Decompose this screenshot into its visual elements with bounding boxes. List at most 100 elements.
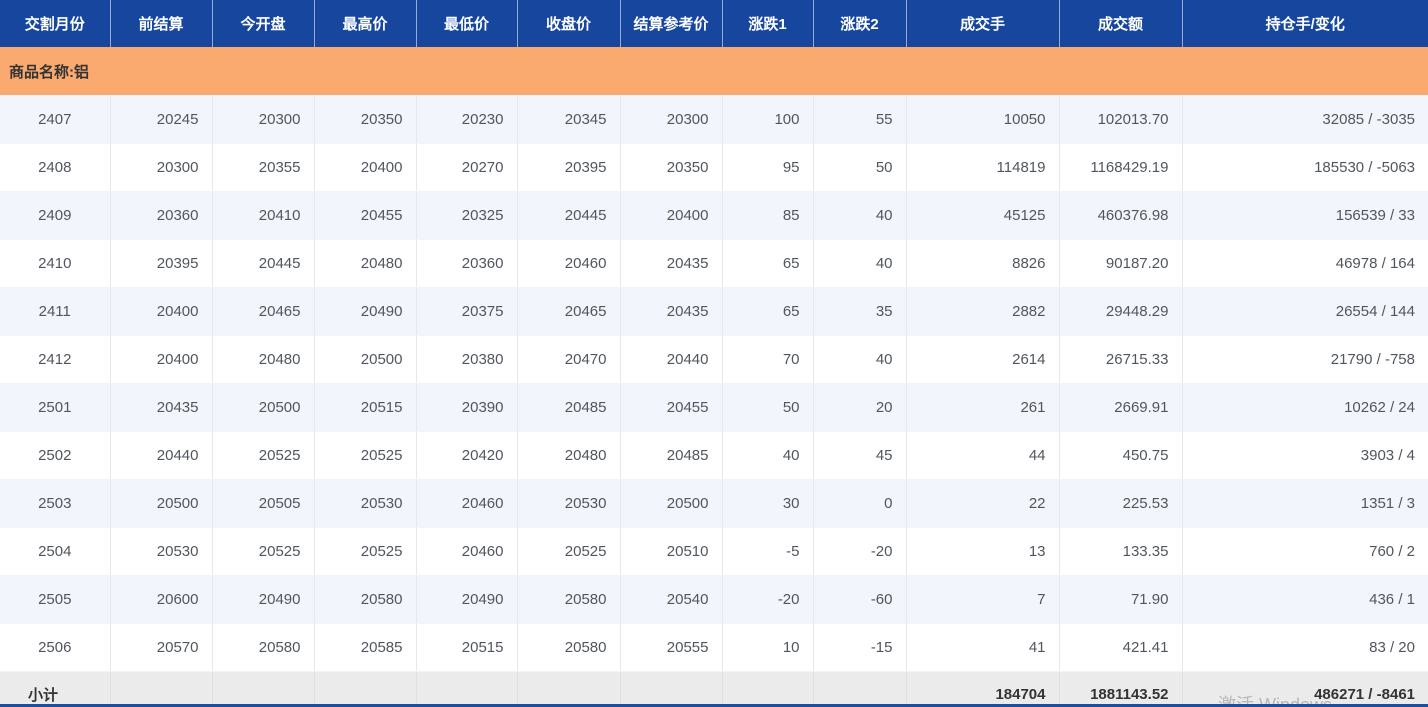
value-cell: 20390 — [416, 384, 517, 432]
value-cell: 20300 — [212, 96, 314, 144]
empty-cell — [813, 672, 906, 707]
month-cell: 2505 — [0, 576, 110, 624]
month-cell: 2412 — [0, 336, 110, 384]
value-cell: 20245 — [110, 96, 212, 144]
table-body: 商品名称:铝 240720245203002035020230203452030… — [0, 47, 1428, 672]
value-cell: -15 — [813, 624, 906, 672]
column-header: 持仓手/变化 — [1182, 0, 1428, 47]
value-cell: 20600 — [110, 576, 212, 624]
value-cell: 46978 / 164 — [1182, 240, 1428, 288]
value-cell: 20500 — [314, 336, 416, 384]
value-cell: 20420 — [416, 432, 517, 480]
value-cell: 20570 — [110, 624, 212, 672]
value-cell: 20540 — [620, 576, 722, 624]
value-cell: 185530 / -5063 — [1182, 144, 1428, 192]
value-cell: 20360 — [416, 240, 517, 288]
value-cell: 65 — [722, 240, 813, 288]
value-cell: 225.53 — [1059, 480, 1182, 528]
value-cell: 20455 — [620, 384, 722, 432]
value-cell: 40 — [813, 240, 906, 288]
commodity-banner-row: 商品名称:铝 — [0, 47, 1428, 96]
value-cell: 20525 — [314, 528, 416, 576]
value-cell: 10 — [722, 624, 813, 672]
value-cell: 26715.33 — [1059, 336, 1182, 384]
value-cell: 20510 — [620, 528, 722, 576]
value-cell: 29448.29 — [1059, 288, 1182, 336]
value-cell: 7 — [906, 576, 1059, 624]
value-cell: 20355 — [212, 144, 314, 192]
value-cell: 20485 — [517, 384, 620, 432]
value-cell: 20300 — [110, 144, 212, 192]
value-cell: 41 — [906, 624, 1059, 672]
value-cell: -20 — [722, 576, 813, 624]
value-cell: 0 — [813, 480, 906, 528]
value-cell: 20460 — [517, 240, 620, 288]
open-interest-total: 486271 / -8461 — [1182, 672, 1428, 707]
value-cell: 95 — [722, 144, 813, 192]
value-cell: 20400 — [314, 144, 416, 192]
value-cell: 20525 — [517, 528, 620, 576]
table-row: 2409203602041020455203252044520400854045… — [0, 192, 1428, 240]
value-cell: 20490 — [212, 576, 314, 624]
value-cell: 55 — [813, 96, 906, 144]
volume-total: 184704 — [906, 672, 1059, 707]
value-cell: 20395 — [517, 144, 620, 192]
value-cell: 760 / 2 — [1182, 528, 1428, 576]
table-row: 2412204002048020500203802047020440704026… — [0, 336, 1428, 384]
column-header: 成交手 — [906, 0, 1059, 47]
value-cell: 20230 — [416, 96, 517, 144]
value-cell: 20445 — [517, 192, 620, 240]
value-cell: -60 — [813, 576, 906, 624]
value-cell: 20400 — [620, 192, 722, 240]
column-header: 今开盘 — [212, 0, 314, 47]
value-cell: 20580 — [314, 576, 416, 624]
value-cell: 20505 — [212, 480, 314, 528]
month-cell: 2502 — [0, 432, 110, 480]
empty-cell — [212, 672, 314, 707]
value-cell: 20300 — [620, 96, 722, 144]
column-header: 成交额 — [1059, 0, 1182, 47]
value-cell: 71.90 — [1059, 576, 1182, 624]
value-cell: 20580 — [517, 624, 620, 672]
empty-cell — [722, 672, 813, 707]
month-cell: 2503 — [0, 480, 110, 528]
subtotal-label: 小计 — [0, 672, 110, 707]
value-cell: 2614 — [906, 336, 1059, 384]
value-cell: 20490 — [416, 576, 517, 624]
table-row: 2502204402052520525204202048020485404544… — [0, 432, 1428, 480]
value-cell: 20515 — [314, 384, 416, 432]
column-header: 结算参考价 — [620, 0, 722, 47]
table-row: 2407202452030020350202302034520300100551… — [0, 96, 1428, 144]
value-cell: 436 / 1 — [1182, 576, 1428, 624]
value-cell: 70 — [722, 336, 813, 384]
value-cell: 20500 — [110, 480, 212, 528]
value-cell: 156539 / 33 — [1182, 192, 1428, 240]
value-cell: 50 — [722, 384, 813, 432]
table-row: 250620570205802058520515205802055510-154… — [0, 624, 1428, 672]
value-cell: 21790 / -758 — [1182, 336, 1428, 384]
value-cell: 50 — [813, 144, 906, 192]
month-cell: 2506 — [0, 624, 110, 672]
month-cell: 2501 — [0, 384, 110, 432]
value-cell: 100 — [722, 96, 813, 144]
value-cell: 20515 — [416, 624, 517, 672]
value-cell: 20500 — [212, 384, 314, 432]
table-header-row: 交割月份前结算今开盘最高价最低价收盘价结算参考价涨跌1涨跌2成交手成交额持仓手/… — [0, 0, 1428, 47]
value-cell: -20 — [813, 528, 906, 576]
value-cell: 20460 — [416, 480, 517, 528]
empty-cell — [416, 672, 517, 707]
table-row: 2503205002050520530204602053020500300222… — [0, 480, 1428, 528]
value-cell: 20470 — [517, 336, 620, 384]
month-cell: 2410 — [0, 240, 110, 288]
table-row: 2504205302052520525204602052520510-5-201… — [0, 528, 1428, 576]
commodity-banner-label: 商品名称:铝 — [0, 47, 1428, 96]
value-cell: 1168429.19 — [1059, 144, 1182, 192]
value-cell: 20580 — [212, 624, 314, 672]
value-cell: 20480 — [517, 432, 620, 480]
value-cell: 20360 — [110, 192, 212, 240]
value-cell: 65 — [722, 288, 813, 336]
value-cell: 20530 — [314, 480, 416, 528]
value-cell: 20350 — [314, 96, 416, 144]
subtotal-row: 小计 184704 1881143.52 486271 / -8461 — [0, 672, 1428, 707]
month-cell: 2409 — [0, 192, 110, 240]
